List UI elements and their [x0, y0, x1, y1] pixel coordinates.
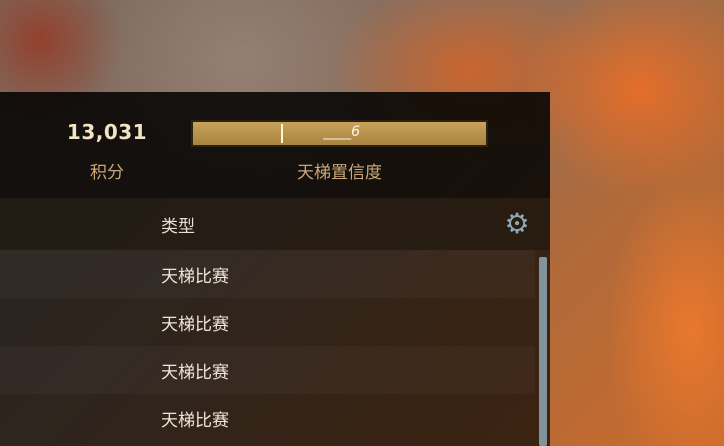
ladder-confidence-bar: ____6: [191, 120, 488, 147]
score-label: 积分: [90, 163, 124, 183]
score-value: 13,031: [66, 120, 148, 144]
list-item[interactable]: 天梯比赛: [0, 298, 535, 346]
match-type: 天梯比赛: [161, 267, 229, 287]
ladder-confidence-marker: [281, 124, 283, 143]
scrollbar[interactable]: [539, 257, 547, 446]
list-item[interactable]: 天梯比赛: [0, 250, 535, 298]
list-item[interactable]: 天梯比赛: [0, 346, 535, 394]
match-type: 天梯比赛: [161, 411, 229, 431]
list-item[interactable]: 天梯比赛: [0, 394, 535, 442]
match-table-header: 类型 ⚙: [0, 198, 550, 250]
match-type: 天梯比赛: [161, 315, 229, 335]
match-type: 天梯比赛: [161, 363, 229, 383]
ladder-confidence-bar-text: ____6: [323, 124, 360, 140]
type-column-header[interactable]: 类型: [161, 212, 195, 237]
gear-icon[interactable]: ⚙: [503, 210, 531, 238]
match-list: 天梯比赛 天梯比赛 天梯比赛 天梯比赛: [0, 250, 535, 442]
ladder-confidence-label: 天梯置信度: [297, 163, 382, 183]
profile-stats-panel: 13,031 积分 ____6 天梯置信度 类型 ⚙ 天梯比赛 天梯比赛 天梯比…: [0, 92, 550, 446]
stats-header: 13,031 积分 ____6 天梯置信度: [0, 92, 550, 198]
